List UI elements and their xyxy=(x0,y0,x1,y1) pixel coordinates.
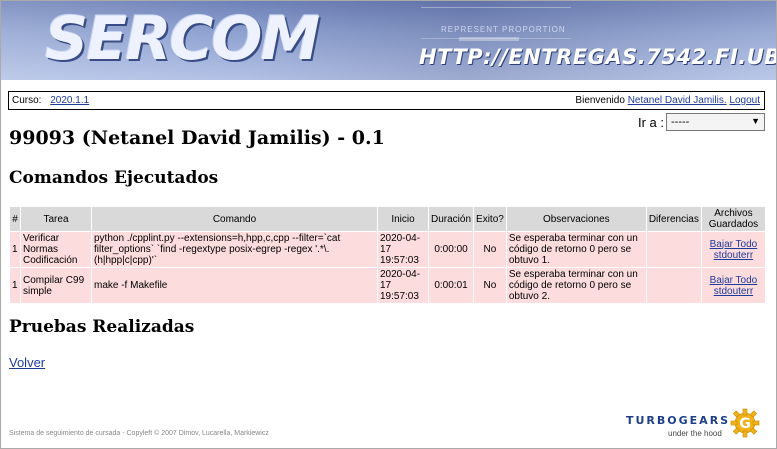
logout-link[interactable]: Logout xyxy=(729,95,760,106)
banner-decoration xyxy=(421,7,571,39)
stdouterr-link[interactable]: stdouterr xyxy=(704,250,763,261)
table-header-row: # Tarea Comando Inicio Duración Exito? O… xyxy=(10,207,765,231)
col-header-diferencias: Diferencias xyxy=(646,207,701,231)
commands-table: # Tarea Comando Inicio Duración Exito? O… xyxy=(9,206,766,304)
cell-inicio: 2020-04-17 19:57:03 xyxy=(378,268,428,303)
goto-selected-value: ----- xyxy=(671,116,690,128)
col-header-num: # xyxy=(10,207,20,231)
user-link[interactable]: Netanel David Jamilis. xyxy=(628,95,727,106)
header-banner: REPRESENT PROPORTION SERCOM HTTP://ENTRE… xyxy=(1,1,776,80)
cell-diferencias xyxy=(646,268,701,303)
cell-observaciones: Se esperaba terminar con un código de re… xyxy=(506,232,646,267)
col-header-comando: Comando xyxy=(92,207,377,231)
cell-archivos: Bajar Todo stdouterr xyxy=(701,268,765,303)
table-row: 1 Compilar C99 simple make -f Makefile 2… xyxy=(10,268,765,303)
cell-inicio: 2020-04-17 19:57:03 xyxy=(378,232,428,267)
gear-letter: G xyxy=(739,416,751,432)
turbogears-tagline: under the hood xyxy=(668,429,722,438)
course-link[interactable]: 2020.1.1 xyxy=(50,95,89,106)
turbogears-logo: TURBOGEARS under the hood G xyxy=(626,408,766,442)
cell-exito: No xyxy=(474,268,506,303)
section-heading-pruebas: Pruebas Realizadas xyxy=(9,317,195,337)
cell-tarea: Compilar C99 simple xyxy=(21,268,91,303)
user-info: Bienvenido Netanel David Jamilis. Logout xyxy=(575,95,760,106)
cell-num: 1 xyxy=(10,268,20,303)
cell-duracion: 0:00:00 xyxy=(429,232,474,267)
goto-label: Ir a : xyxy=(638,115,665,130)
cell-tarea: Verificar Normas Codificación xyxy=(21,232,91,267)
col-header-archivos: Archivos Guardados xyxy=(701,207,765,231)
turbogears-wordmark: TURBOGEARS xyxy=(626,414,731,427)
col-header-inicio: Inicio xyxy=(378,207,428,231)
user-bar: Curso: 2020.1.1 Bienvenido Netanel David… xyxy=(8,91,765,110)
page-title: 99093 (Netanel David Jamilis) - 0.1 xyxy=(9,127,385,149)
cell-num: 1 xyxy=(10,232,20,267)
welcome-text: Bienvenido xyxy=(575,95,625,106)
banner-deco-text: REPRESENT PROPORTION xyxy=(441,25,566,34)
cell-observaciones: Se esperaba terminar con un código de re… xyxy=(506,268,646,303)
cell-archivos: Bajar Todo stdouterr xyxy=(701,232,765,267)
table-row: 1 Verificar Normas Codificación python .… xyxy=(10,232,765,267)
back-link[interactable]: Volver xyxy=(9,355,45,370)
chevron-down-icon: ▼ xyxy=(751,116,760,126)
banner-url: HTTP://ENTREGAS.7542.FI.UBA.AR xyxy=(419,45,776,69)
col-header-tarea: Tarea xyxy=(21,207,91,231)
course-info: Curso: 2020.1.1 xyxy=(12,95,89,106)
banner-deco-bar xyxy=(459,37,519,41)
course-label: Curso: xyxy=(12,95,42,106)
cell-diferencias xyxy=(646,232,701,267)
sercom-logo: SERCOM xyxy=(45,4,320,74)
col-header-exito: Exito? xyxy=(474,207,506,231)
goto-select[interactable]: ----- ▼ xyxy=(666,113,765,131)
col-header-observaciones: Observaciones xyxy=(506,207,646,231)
download-all-link[interactable]: Bajar Todo xyxy=(704,275,763,286)
cell-comando: python ./cpplint.py --extensions=h,hpp,c… xyxy=(92,232,377,267)
stdouterr-link[interactable]: stdouterr xyxy=(704,286,763,297)
section-heading-comandos: Comandos Ejecutados xyxy=(9,168,219,188)
download-all-link[interactable]: Bajar Todo xyxy=(704,239,763,250)
cell-duracion: 0:00:01 xyxy=(429,268,474,303)
gear-icon: G xyxy=(730,408,760,438)
col-header-duracion: Duración xyxy=(429,207,474,231)
footer-copyright: Sistema de seguimiento de cursada - Copy… xyxy=(9,430,269,437)
cell-comando: make -f Makefile xyxy=(92,268,377,303)
cell-exito: No xyxy=(474,232,506,267)
